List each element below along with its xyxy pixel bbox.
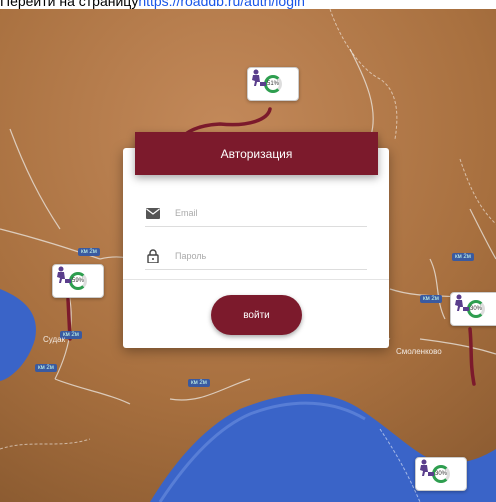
city-label: Судак [43,335,66,344]
road-label: км 2м [78,248,100,256]
road-worker-icon [455,294,469,311]
lock-icon [145,249,161,263]
road-label: км 2м [188,379,210,387]
city-label: Смоленково [396,347,442,356]
roadwork-marker[interactable]: 30% [450,292,496,326]
email-input[interactable] [173,207,347,219]
roadwork-marker[interactable]: 30% [415,457,467,491]
envelope-icon [145,206,161,220]
page-link-line: Перейти на страницуhttps://roaddb.ru/aut… [0,0,496,9]
roadwork-marker[interactable]: 59% [52,264,104,298]
road-worker-icon [57,266,71,283]
login-url-link[interactable]: https://roaddb.ru/auth/login [138,0,305,9]
password-field[interactable] [145,243,367,270]
road-label: км 2м [452,253,474,261]
link-prefix: Перейти на страницу [0,0,139,9]
road-label: км 2м [420,295,442,303]
road-worker-icon [252,69,266,86]
divider [123,279,389,280]
email-field[interactable] [145,200,367,227]
login-button[interactable]: войти [211,295,302,335]
road-label: км 2м [35,364,57,372]
road-worker-icon [420,459,434,476]
auth-title: Авторизация [135,132,378,175]
roadwork-marker[interactable]: 51% [247,67,299,101]
password-input[interactable] [173,250,347,262]
